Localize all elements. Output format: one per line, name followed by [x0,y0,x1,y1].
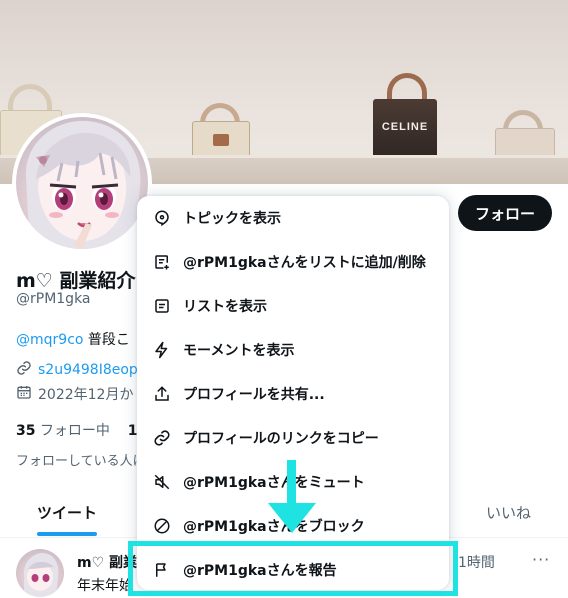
block-icon [137,517,183,535]
list-icon [137,297,183,315]
joined-date: 2022年12月か [38,387,134,403]
tweet-avatar-illustration [24,553,59,597]
profile-link-row: s2u9498I8eop.l [16,360,146,380]
profile-website-link[interactable]: s2u9498I8eop.l [38,362,146,378]
menu-item-label: トピックを表示 [183,211,281,227]
joined-row: 2022年12月か [16,384,133,404]
bio-text: 普段こ [87,332,130,348]
menu-item-view-lists[interactable]: リストを表示 [137,284,449,328]
followed-by-text[interactable]: フォローしている人は [16,450,146,469]
display-name: m♡ 副業紹介 [16,270,136,292]
avatar[interactable] [12,113,152,253]
menu-item-label: @rPM1gkaさんをリストに追加/削除 [183,255,426,271]
bio: @mqr9co 普段こ [16,329,130,349]
follow-stats: 35 フォロー中 1( [16,420,144,440]
link-icon [16,360,32,380]
menu-item-add-to-list[interactable]: @rPM1gkaさんをリストに追加/削除 [137,240,449,284]
calendar-icon [16,384,32,404]
avatar-illustration [25,120,141,249]
more-icon[interactable]: ··· [532,550,550,569]
menu-item-label: リストを表示 [183,299,267,315]
following-label: フォロー中 [39,423,110,439]
menu-item-label: プロフィールのリンクをコピー [183,431,379,447]
handle: @rPM1gka [16,291,91,307]
following-stat[interactable]: 35 フォロー中 [16,423,110,439]
banner-bag-clasp [213,134,229,146]
menu-item-view-moments[interactable]: モーメントを表示 [137,328,449,372]
banner-celine-bag: CELINE [373,99,437,161]
annotation-highlight-box [128,541,458,596]
menu-item-label: @rPM1gkaさんをミュート [183,475,365,491]
topic-icon [137,209,183,227]
avatar-image [16,117,148,249]
menu-item-label: プロフィールを共有... [183,387,325,403]
tweet-text: 年末年始 [77,578,133,594]
bio-mention-link[interactable]: @mqr9co [16,332,83,348]
annotation-arrow-head [268,503,316,533]
tab-active-indicator [37,532,97,536]
menu-item-share-profile[interactable]: プロフィールを共有... [137,372,449,416]
link-icon [137,429,183,447]
lightning-icon [137,341,183,359]
follow-button[interactable]: フォロー [458,195,552,231]
share-icon [137,385,183,403]
menu-item-label: モーメントを表示 [183,343,295,359]
mute-icon [137,473,183,491]
menu-item-copy-profile-link[interactable]: プロフィールのリンクをコピー [137,416,449,460]
following-count: 35 [16,423,36,439]
tweet-timestamp[interactable]: 1時間 [458,552,495,572]
tab-tweets[interactable]: ツイート [37,502,97,523]
tab-likes[interactable]: いいね [486,502,531,523]
menu-item-view-topics[interactable]: トピックを表示 [137,196,449,240]
tweet-avatar[interactable] [16,549,64,597]
list-add-icon [137,253,183,271]
banner-brand-text: CELINE [381,121,429,133]
